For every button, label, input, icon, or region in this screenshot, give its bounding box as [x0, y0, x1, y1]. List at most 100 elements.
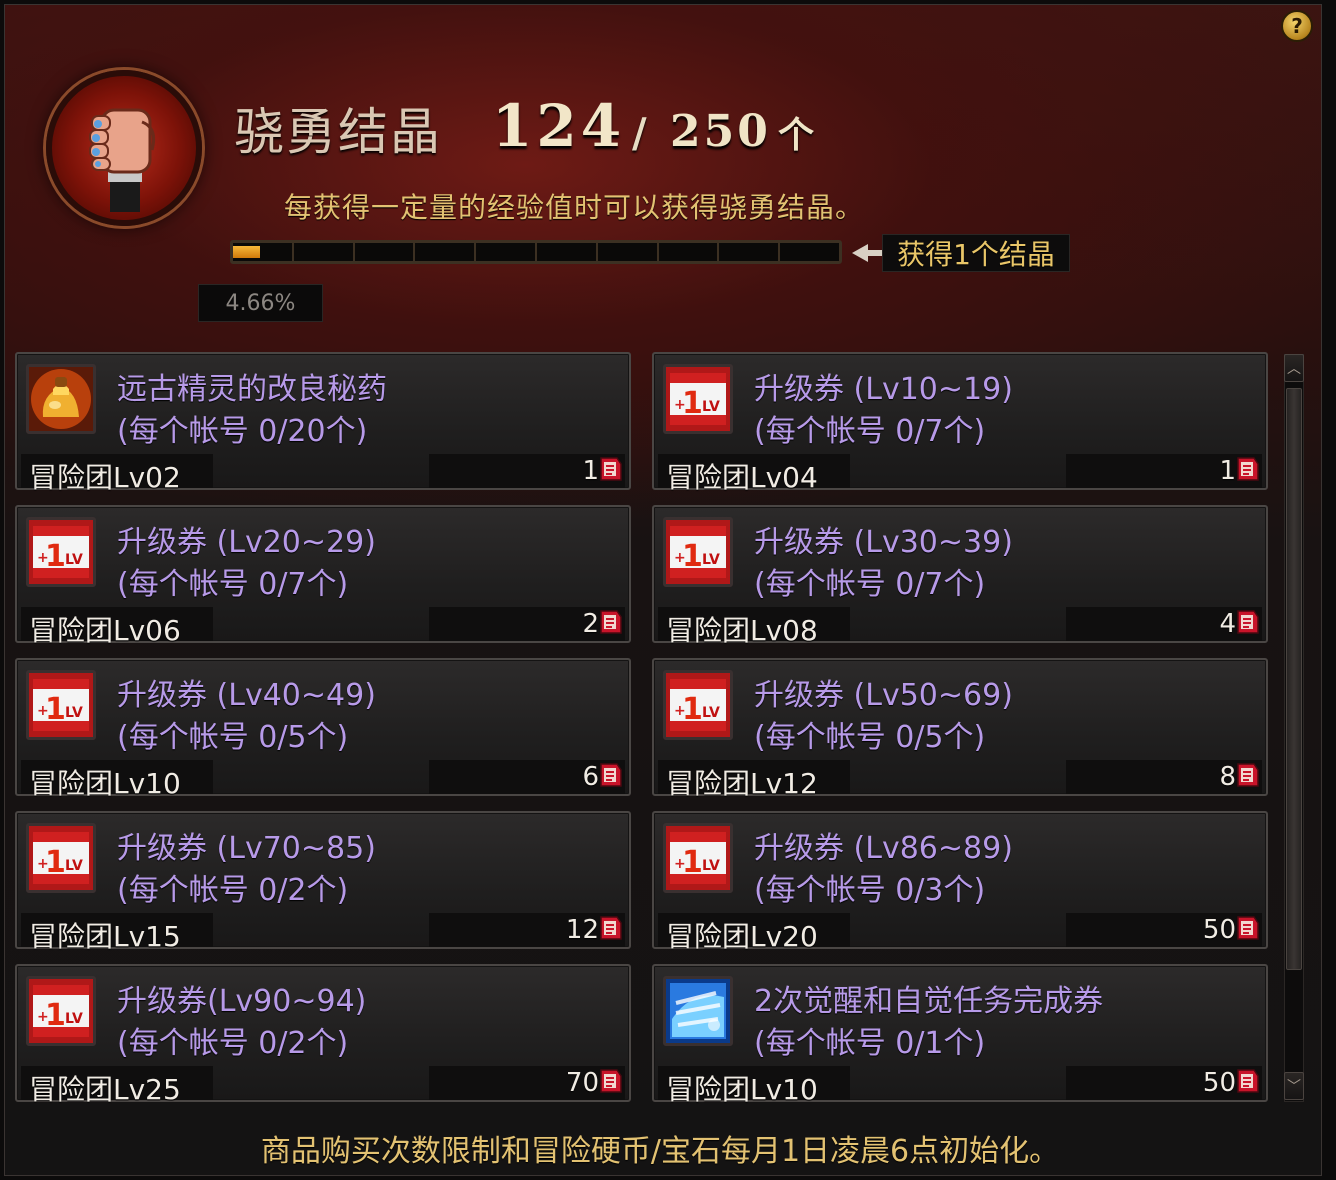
item-purchase-limit: (每个帐号 0/7个) — [117, 567, 349, 602]
shop-item-card[interactable]: +1 LV 升级券 (Lv20~29) (每个帐号 0/7个) 冒险团Lv06 2 — [15, 505, 631, 647]
item-requirement: 冒险团Lv25 — [29, 1073, 181, 1106]
svg-text:1: 1 — [682, 845, 703, 880]
shop-item-card[interactable]: +1 LV 升级券 (Lv70~85) (每个帐号 0/2个) 冒险团Lv15 12 — [15, 811, 631, 953]
svg-text:1: 1 — [682, 539, 703, 574]
question-mark-icon: ? — [1291, 14, 1303, 38]
item-name: 升级券 (Lv30~39) — [754, 525, 1013, 560]
scroll-up-button[interactable]: ︿ — [1284, 354, 1304, 382]
currency-description: 每获得一定量的经验值时可以获得骁勇结晶。 — [284, 191, 865, 224]
crystal-count-current: 124 — [492, 92, 626, 160]
svg-text:1: 1 — [682, 692, 703, 727]
crystal-count-max: 250 — [670, 106, 771, 157]
svg-text:1: 1 — [45, 998, 66, 1033]
shop-item-card[interactable]: +1 LV 升级券 (Lv10~19) (每个帐号 0/7个) 冒险团Lv04 1 — [652, 352, 1268, 494]
svg-text:LV: LV — [65, 858, 83, 874]
svg-text:LV: LV — [702, 552, 720, 568]
fist-emblem-icon — [46, 70, 202, 226]
item-name: 升级券 (Lv20~29) — [117, 525, 376, 560]
item-requirement: 冒险团Lv04 — [666, 461, 818, 494]
level-up-ticket-icon: +1 LV — [663, 517, 733, 587]
crystal-coin-icon — [595, 913, 625, 943]
item-requirement: 冒险团Lv06 — [29, 614, 181, 647]
reward-label: 获得1个结晶 — [897, 238, 1055, 271]
progress-segment — [294, 243, 355, 261]
svg-text:LV: LV — [702, 705, 720, 721]
svg-text:1: 1 — [45, 539, 66, 574]
item-purchase-limit: (每个帐号 0/2个) — [117, 1026, 349, 1061]
crystal-coin-icon — [595, 454, 625, 484]
shop-item-card[interactable]: 2次觉醒和自觉任务完成券 (每个帐号 0/1个) 冒险团Lv10 50 — [652, 964, 1268, 1106]
chevron-up-icon: ︿ — [1287, 361, 1301, 377]
reset-notice: 商品购买次数限制和冒险硬币/宝石每月1日凌晨6点初始化。 — [260, 1134, 1060, 1169]
item-requirement: 冒险团Lv10 — [666, 1073, 818, 1106]
help-button[interactable]: ? — [1281, 10, 1313, 42]
progress-segment — [233, 243, 294, 261]
item-requirement: 冒险团Lv12 — [666, 767, 818, 800]
svg-text:1: 1 — [45, 845, 66, 880]
item-purchase-limit: (每个帐号 0/5个) — [754, 720, 986, 755]
progress-segment — [659, 243, 720, 261]
svg-text:1: 1 — [682, 386, 703, 421]
item-requirement: 冒险团Lv08 — [666, 614, 818, 647]
progress-percent: 4.66% — [225, 290, 296, 316]
item-purchase-limit: (每个帐号 0/20个) — [117, 414, 368, 449]
progress-segment — [476, 243, 537, 261]
exp-progress-bar — [230, 240, 842, 264]
item-name: 升级券 (Lv10~19) — [754, 372, 1013, 407]
item-name: 升级券(Lv90~94) — [117, 984, 367, 1019]
crystal-coin-icon — [1232, 454, 1262, 484]
scrollbar-thumb[interactable] — [1286, 388, 1302, 970]
shop-item-card[interactable]: +1 LV 升级券(Lv90~94) (每个帐号 0/2个) 冒险团Lv25 70 — [15, 964, 631, 1106]
progress-fill — [233, 246, 261, 258]
item-purchase-limit: (每个帐号 0/7个) — [754, 414, 986, 449]
item-purchase-limit: (每个帐号 0/7个) — [754, 567, 986, 602]
svg-text:LV: LV — [702, 399, 720, 415]
shop-item-card[interactable]: +1 LV 升级券 (Lv86~89) (每个帐号 0/3个) 冒险团Lv20 50 — [652, 811, 1268, 953]
progress-segment — [355, 243, 416, 261]
svg-text:1: 1 — [45, 692, 66, 727]
item-purchase-limit: (每个帐号 0/5个) — [117, 720, 349, 755]
item-name: 远古精灵的改良秘药 — [117, 372, 387, 407]
crystal-count-unit: 个 — [778, 114, 815, 156]
item-requirement: 冒险团Lv10 — [29, 767, 181, 800]
item-requirement: 冒险团Lv20 — [666, 920, 818, 953]
scroll-down-button[interactable]: ﹀ — [1284, 1072, 1304, 1100]
arrow-shaft — [866, 250, 882, 256]
progress-segment — [719, 243, 781, 261]
item-purchase-limit: (每个帐号 0/1个) — [754, 1026, 986, 1061]
item-name: 升级券 (Lv40~49) — [117, 678, 376, 713]
crystal-coin-icon — [1232, 760, 1262, 790]
progress-segment — [537, 243, 598, 261]
crystal-coin-icon — [595, 1066, 625, 1096]
shop-item-card[interactable]: +1 LV 升级券 (Lv40~49) (每个帐号 0/5个) 冒险团Lv10 6 — [15, 658, 631, 800]
shop-item-card[interactable]: 远古精灵的改良秘药 (每个帐号 0/20个) 冒险团Lv02 1 — [15, 352, 631, 494]
shop-item-card[interactable]: +1 LV 升级券 (Lv30~39) (每个帐号 0/7个) 冒险团Lv08 4 — [652, 505, 1268, 647]
crystal-coin-icon — [1232, 913, 1262, 943]
svg-text:LV: LV — [702, 858, 720, 874]
item-requirement: 冒险团Lv02 — [29, 461, 181, 494]
awakening-quest-ticket-icon — [663, 976, 733, 1046]
svg-text:LV: LV — [65, 705, 83, 721]
level-up-ticket-icon: +1 LV — [26, 670, 96, 740]
level-up-ticket-icon: +1 LV — [663, 823, 733, 893]
item-purchase-limit: (每个帐号 0/2个) — [117, 873, 349, 908]
item-requirement: 冒险团Lv15 — [29, 920, 181, 953]
crystal-count-separator: / — [632, 110, 647, 157]
reward-label-box: 获得1个结晶 — [882, 234, 1070, 272]
svg-text:LV: LV — [65, 1011, 83, 1027]
chevron-down-icon: ﹀ — [1287, 1079, 1301, 1095]
item-purchase-limit: (每个帐号 0/3个) — [754, 873, 986, 908]
progress-percent-box: 4.66% — [198, 284, 323, 322]
level-up-ticket-icon: +1 LV — [663, 364, 733, 434]
level-up-ticket-icon: +1 LV — [26, 976, 96, 1046]
level-up-ticket-icon: +1 LV — [26, 823, 96, 893]
currency-title: 骁勇结晶 — [234, 103, 442, 161]
item-name: 升级券 (Lv70~85) — [117, 831, 376, 866]
shop-item-card[interactable]: +1 LV 升级券 (Lv50~69) (每个帐号 0/5个) 冒险团Lv12 8 — [652, 658, 1268, 800]
item-name: 升级券 (Lv86~89) — [754, 831, 1013, 866]
item-name: 2次觉醒和自觉任务完成券 — [754, 984, 1104, 1019]
crystal-coin-icon — [1232, 1066, 1262, 1096]
crystal-coin-icon — [595, 760, 625, 790]
crystal-coin-icon — [595, 607, 625, 637]
progress-segment — [598, 243, 659, 261]
